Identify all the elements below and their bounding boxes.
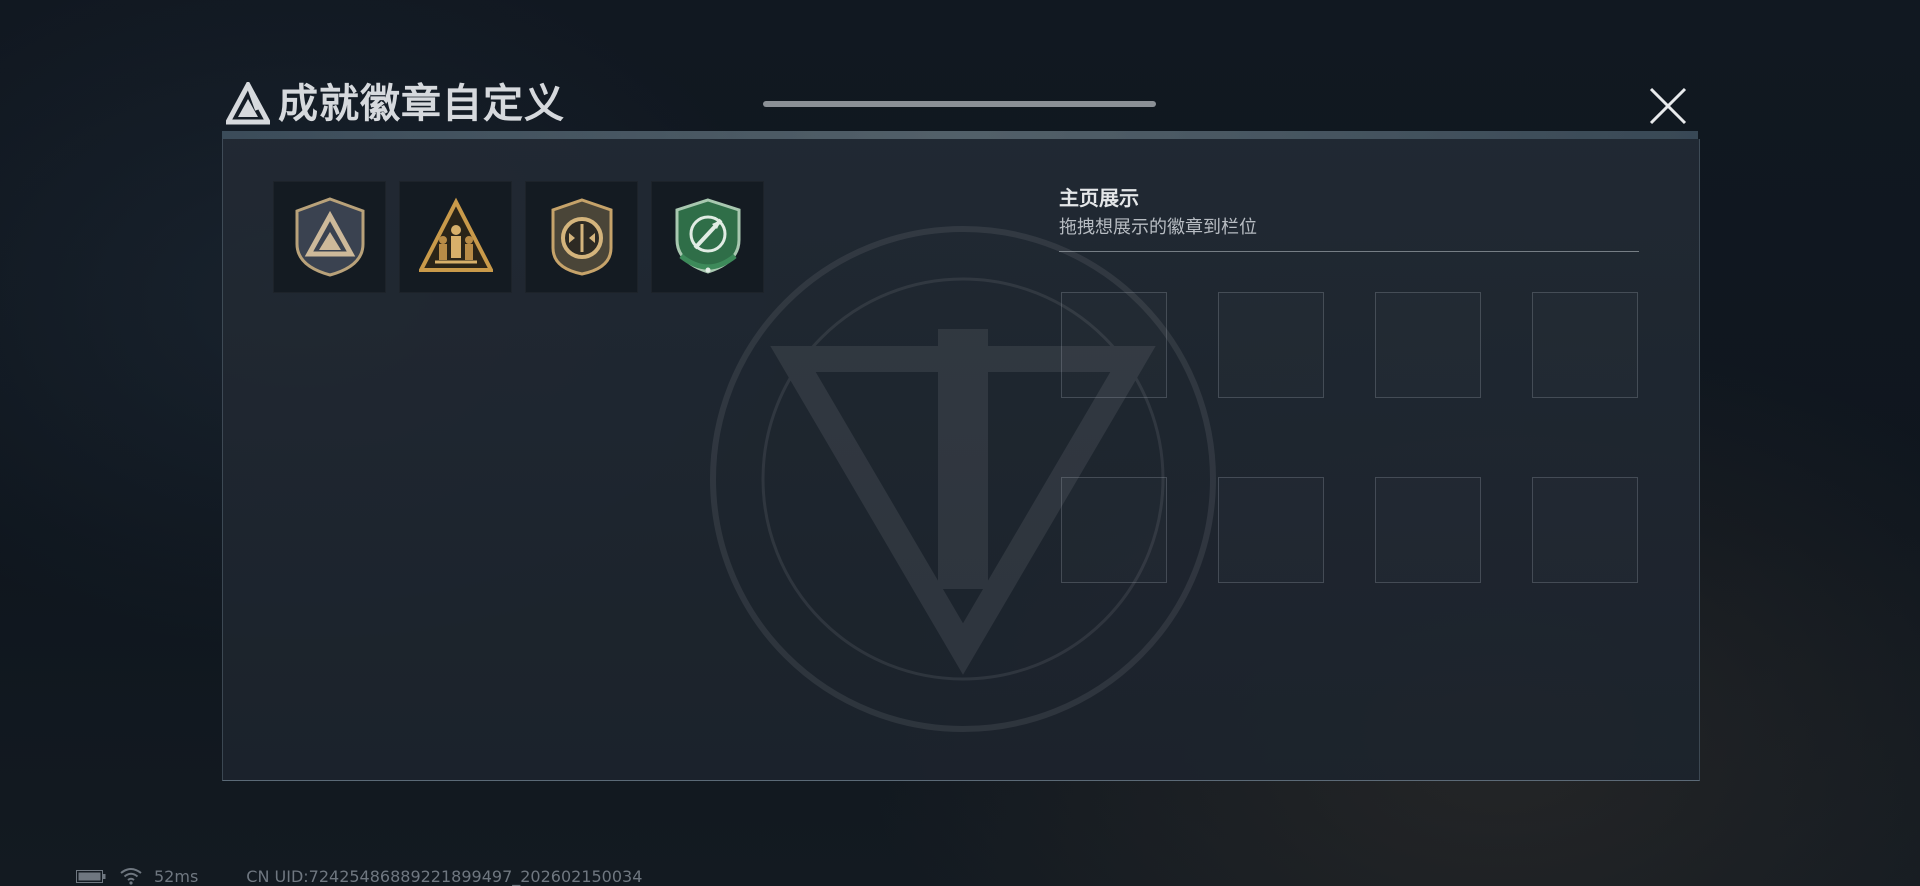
green-crest-badge-icon (675, 198, 740, 274)
ping-text: 52ms (154, 866, 199, 886)
oval-emblem-badge[interactable] (525, 181, 638, 293)
showcase-slot-5[interactable] (1061, 477, 1167, 583)
showcase-slot-8[interactable] (1532, 477, 1638, 583)
showcase-slot-6[interactable] (1218, 477, 1324, 583)
triangle-shield-badge-icon (295, 197, 364, 277)
triangle-shield-badge[interactable] (273, 181, 386, 293)
showcase-slot-3[interactable] (1375, 292, 1481, 398)
title-divider (222, 131, 1698, 139)
drag-handle[interactable] (763, 101, 1156, 107)
oval-emblem-badge-icon (551, 198, 612, 276)
showcase-slot-7[interactable] (1375, 477, 1481, 583)
badge-list (273, 181, 764, 293)
battery-icon (76, 869, 106, 883)
close-icon[interactable] (1646, 84, 1690, 128)
showcase-title: 主页展示 (1059, 186, 1139, 210)
triangle-logo-icon (226, 82, 270, 125)
showcase-divider (1059, 251, 1639, 252)
showcase-slot-4[interactable] (1532, 292, 1638, 398)
wifi-icon (120, 868, 142, 885)
showcase-slot-grid (1061, 292, 1638, 583)
showcase-slot-2[interactable] (1218, 292, 1324, 398)
dialog-title: 成就徽章自定义 (278, 81, 565, 127)
soldiers-triangle-badge[interactable] (399, 181, 512, 293)
dialog-title-bar: 成就徽章自定义 (222, 76, 1700, 134)
status-bar: 52ms CN UID:72425486889221899497_2026021… (76, 866, 642, 886)
green-crest-badge[interactable] (651, 181, 764, 293)
showcase-slot-1[interactable] (1061, 292, 1167, 398)
badge-panel: 主页展示 拖拽想展示的徽章到栏位 (222, 139, 1700, 781)
soldiers-triangle-badge-icon (418, 197, 493, 272)
uid-text: CN UID:72425486889221899497_202602150034 (246, 866, 643, 886)
showcase-subtitle: 拖拽想展示的徽章到栏位 (1059, 217, 1257, 238)
screen: 成就徽章自定义 主页展示 拖拽想展示的徽章到栏位 52ms CN UID:724… (0, 0, 1920, 886)
